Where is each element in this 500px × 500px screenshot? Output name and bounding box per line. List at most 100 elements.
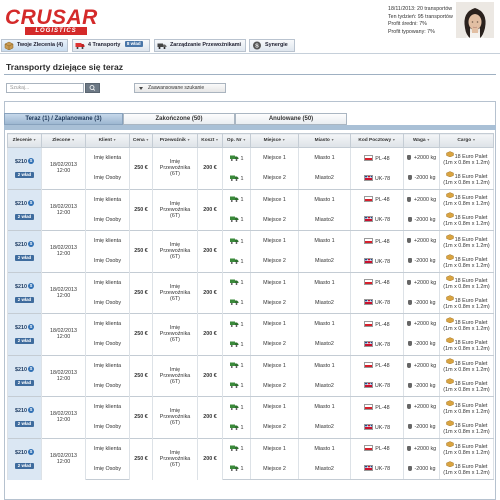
nav-carrier-management-label: Zarządzanie Przewoźnikami <box>170 42 241 48</box>
search-input[interactable] <box>6 83 84 93</box>
city-name: Miasto2 <box>298 334 351 356</box>
order-cell[interactable]: $210 S 2 wład <box>7 147 42 189</box>
place-name: Miejsce 2 <box>250 458 299 480</box>
client-contact: Imię Osoby <box>85 458 130 480</box>
op-nr-cell: 1 <box>222 375 251 397</box>
nav-your-orders[interactable]: Twoje Zlecenia (4) <box>1 39 68 52</box>
postal-cell: UK-78 <box>350 375 404 397</box>
nav-transports[interactable]: 4 Transporty 8 wład <box>72 39 150 52</box>
carrier-cell[interactable]: Imię Przewoźnika (6T) <box>152 188 198 231</box>
carrier-cell[interactable]: Imię Przewoźnika (6T) <box>152 230 198 272</box>
weight-icon <box>406 238 411 244</box>
nav-carrier-management[interactable]: Zarządzanie Przewoźnikami <box>154 39 246 52</box>
ordered-date-cell: 18/02/2013 12:00 <box>41 313 86 355</box>
poland-flag-icon <box>364 237 374 244</box>
client-contact: Imię Osoby <box>85 209 130 231</box>
stops-badge[interactable]: 2 wład <box>14 255 35 262</box>
order-cell[interactable]: $210 S 2 wład <box>7 396 42 438</box>
stop-truck-icon <box>229 382 238 389</box>
col-cost[interactable]: Koszt▼ <box>197 133 223 148</box>
order-cell[interactable]: $210 S 2 wład <box>7 354 42 397</box>
chevron-down-icon <box>139 86 143 90</box>
postal-cell: PL-48 <box>350 313 404 335</box>
stops-badge[interactable]: 2 wład <box>14 463 35 469</box>
ordered-date-cell: 18/02/2013 12:00 <box>41 354 86 397</box>
poland-flag-icon <box>364 320 374 327</box>
order-cell[interactable]: $210 S 2 wład <box>7 437 42 480</box>
table-row[interactable]: $210 S 2 wład 18/02/2013 12:00 Imię klienta 25… <box>7 396 494 438</box>
col-carrier[interactable]: Przewoźnik▼ <box>152 133 198 148</box>
op-nr-cell: 1 <box>222 209 251 231</box>
col-order[interactable]: Zlecenie▼ <box>7 133 42 148</box>
city-name: Miasto2 <box>298 251 351 273</box>
col-city[interactable]: Miasto▼ <box>298 133 351 148</box>
page-title: Transporty dziejące się teraz <box>6 62 124 72</box>
table-row[interactable]: $210 S 2 wład 18/02/2013 12:00 Imię klienta 25… <box>7 271 494 314</box>
col-price[interactable]: Cena▼ <box>129 133 153 148</box>
carrier-cell[interactable]: Imię Przewoźnika (6T) <box>152 313 198 355</box>
col-client[interactable]: Klient▼ <box>85 133 130 148</box>
uk-flag-icon <box>363 299 373 306</box>
ordered-time: 12:00 <box>56 168 71 175</box>
table-row[interactable]: $210 S 2 wład 18/02/2013 12:00 Imię klienta 25… <box>7 437 494 480</box>
stat-avg-profit: Profit średni: 7% <box>388 21 427 27</box>
tab-completed[interactable]: Zakończone (50) <box>123 113 235 125</box>
order-cell[interactable]: $210 S 2 wład <box>7 271 42 314</box>
order-cell[interactable]: $210 S 2 wład <box>7 313 42 355</box>
order-cell[interactable]: $210 S 2 wład <box>7 230 42 272</box>
col-postal[interactable]: Kod Pocztowy▼ <box>350 133 404 148</box>
sort-arrow-icon: ▼ <box>71 138 75 142</box>
carrier-cell[interactable]: Imię Przewoźnika (6T) <box>152 271 198 314</box>
nav-transports-label: 4 Transporty <box>88 42 121 48</box>
cargo-cell: 18 Euro Palet (1m x 0.8m x 1.2m) <box>439 437 494 459</box>
city-name: Miasto2 <box>298 458 351 480</box>
table-row[interactable]: $210 S 2 wład 18/02/2013 12:00 Imię klienta 25… <box>7 313 494 355</box>
cost-value: 200 € <box>197 271 223 314</box>
sort-arrow-icon: ▼ <box>472 138 476 142</box>
weight-cell: -2000 kg <box>403 292 440 314</box>
carrier-cell[interactable]: Imię Przewoźnika (6T) <box>152 437 198 480</box>
order-id: $210 <box>15 366 27 373</box>
order-cell[interactable]: $210 S 2 wład <box>7 188 42 231</box>
weight-icon <box>406 321 411 327</box>
col-weight[interactable]: Waga▼ <box>403 133 440 148</box>
city-name: Miasto 1 <box>298 313 351 335</box>
stops-badge[interactable]: 2 wład <box>14 379 35 386</box>
uk-flag-icon <box>363 174 373 181</box>
col-op-nr[interactable]: Op. Nr▼ <box>222 133 251 148</box>
tab-cancelled[interactable]: Anulowane (50) <box>235 113 347 125</box>
postal-cell: PL-48 <box>350 354 404 376</box>
stops-badge[interactable]: 2 wład <box>14 172 35 179</box>
table-row[interactable]: $210 S 2 wład 18/02/2013 12:00 Imię klienta 25… <box>7 188 494 231</box>
stop-truck-icon <box>229 196 238 203</box>
weight-icon <box>406 196 411 202</box>
client-name: Imię klienta <box>85 271 130 293</box>
col-cargo[interactable]: Cargo▼ <box>439 133 494 148</box>
stop-truck-icon <box>229 362 238 369</box>
search-button[interactable] <box>85 83 100 93</box>
weight-cell: -2000 kg <box>403 375 440 397</box>
col-place[interactable]: Miejsce▼ <box>250 133 299 148</box>
carrier-cell[interactable]: Imię Przewoźnika (6T) <box>152 354 198 397</box>
stops-badge[interactable]: 2 wład <box>14 296 35 303</box>
table-row[interactable]: $210 S 2 wład 18/02/2013 12:00 Imię klienta 25… <box>7 354 494 397</box>
city-name: Miasto 1 <box>298 396 351 418</box>
carrier-cell[interactable]: Imię Przewoźnika (6T) <box>152 147 198 189</box>
stop-truck-icon <box>229 216 238 223</box>
box-icon <box>4 41 14 50</box>
stops-badge[interactable]: 2 wład <box>14 213 35 220</box>
ordered-time: 12:00 <box>56 417 71 424</box>
col-ordered[interactable]: Zlecone▼ <box>41 133 86 148</box>
cargo-cell: 18 Euro Palet (1m x 0.8m x 1.2m) <box>439 354 494 376</box>
nav-synergies[interactable]: S Synergie <box>249 39 295 52</box>
carrier-cell[interactable]: Imię Przewoźnika (6T) <box>152 396 198 438</box>
tab-now-planned[interactable]: Teraz (1) / Zaplanowane (3) <box>4 113 123 125</box>
advanced-search-button[interactable]: Zaawansowane szukanie <box>134 83 226 93</box>
table-row[interactable]: $210 S 2 wład 18/02/2013 12:00 Imię klienta 25… <box>7 147 494 189</box>
stops-badge[interactable]: 2 wład <box>14 338 35 345</box>
client-contact: Imię Osoby <box>85 168 130 190</box>
table-row[interactable]: $210 S 2 wład 18/02/2013 12:00 Imię klienta 25… <box>7 230 494 272</box>
order-id: $210 <box>15 200 27 207</box>
crusar-logo[interactable]: CRUSAR LOGISTICS <box>5 7 97 35</box>
stops-badge[interactable]: 2 wład <box>14 421 35 428</box>
